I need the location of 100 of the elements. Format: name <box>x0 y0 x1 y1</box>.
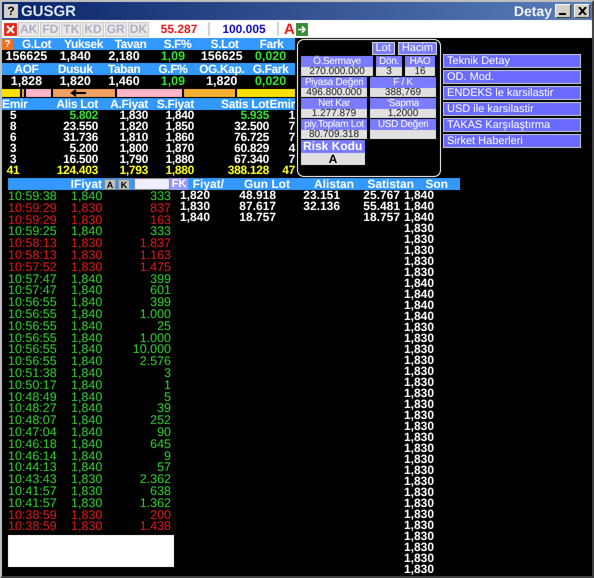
trade-lot: 333 <box>149 191 171 203</box>
menu-button[interactable]: ENDEKS le karsilastir <box>443 86 581 100</box>
table-cell-text: 1,840 <box>402 300 434 311</box>
trade-time: 10:57:47 <box>8 274 58 286</box>
table-cell-text: 7 <box>288 121 295 132</box>
menu-button[interactable]: USD ile karsilastir <box>443 102 581 116</box>
trade-lot: 57 <box>157 462 171 474</box>
table-cell-text: 1,830 <box>402 234 434 245</box>
trade-time: 10:57:47 <box>8 285 58 298</box>
table-cell-text: 5 <box>8 110 18 121</box>
column-header: Yuksek <box>63 38 104 50</box>
trade-price: 1,830 <box>71 486 104 498</box>
field-label: USD Değeri <box>370 119 436 130</box>
table-cell: 87.617 <box>239 199 276 213</box>
help-button[interactable]: ? <box>2 38 13 50</box>
table-cell-text: 1,830 <box>402 245 434 256</box>
trade-lot: 1.000 <box>140 332 171 344</box>
trade-lot: 200 <box>150 510 171 522</box>
trade-price: 1,840 <box>71 320 104 333</box>
column-header: Gun Lot <box>244 178 290 191</box>
table-cell-text: 388.128 <box>226 165 269 176</box>
column-header: Fiyat/ <box>192 178 224 191</box>
table-cell-text: 32.500 <box>233 121 269 132</box>
close-icon[interactable] <box>4 22 17 36</box>
table-cell-text: 1,830 <box>402 443 434 454</box>
field-label: Piyasa Değeri <box>301 77 367 88</box>
table-cell-text: 1 <box>288 110 295 121</box>
trade-lot: 1.362 <box>138 498 171 510</box>
table-cell-text: 1,830 <box>402 564 434 575</box>
stat-value: 1,820 <box>58 75 92 88</box>
table-cell-text: 41 <box>6 165 20 176</box>
filter-field[interactable] <box>134 178 170 190</box>
toolbar-button[interactable]: GR <box>104 22 127 36</box>
trade-lot: 1.475 <box>138 262 171 274</box>
trade-time: 10:56:55 <box>8 332 58 344</box>
table-cell-text: 1,870 <box>164 143 194 154</box>
close-icon <box>578 7 586 15</box>
trade-lot: 3 <box>163 368 171 380</box>
trade-time: 10:47:04 <box>8 426 58 439</box>
trade-time: 10:51:38 <box>8 368 58 380</box>
sort-button[interactable]: K <box>118 178 130 190</box>
table-cell-text: 1,830 <box>402 344 434 355</box>
menu-button[interactable]: OD. Mod. <box>443 70 581 84</box>
table-cell-text: 1,830 <box>402 388 434 399</box>
field-label: piy.Toplam Lot <box>301 119 367 130</box>
trade-price: 1,840 <box>71 344 104 356</box>
help-button[interactable]: ? <box>4 4 18 18</box>
window-subtitle: Detay <box>514 3 552 19</box>
table-cell-text: 4 <box>288 143 295 154</box>
table-cell-text: 6 <box>8 132 18 143</box>
trade-lot: 1.837 <box>138 238 171 250</box>
table-cell: 32.136 <box>303 199 340 213</box>
table-cell-text: 1,820 <box>118 121 148 132</box>
trade-time: 10:46:18 <box>8 438 58 451</box>
table-cell: 25.767 <box>363 190 400 202</box>
field-value: 388,769 <box>370 88 436 97</box>
trade-time: 10:41:57 <box>8 498 58 510</box>
trade-lot: 90 <box>156 426 171 439</box>
menu-button[interactable]: TAKAS Karşılaştırma <box>443 118 581 132</box>
trade-price: 1,840 <box>71 191 104 203</box>
tab[interactable]: Hacim <box>398 42 437 55</box>
minimize-button[interactable] <box>555 4 571 18</box>
stat-value: 156625 <box>4 50 48 63</box>
table-cell-text: 1,793 <box>118 165 148 176</box>
trade-price: 1,830 <box>71 202 104 215</box>
table-cell-text: 1,830 <box>402 377 434 388</box>
trade-time: 10:58:13 <box>8 238 58 250</box>
table-cell-text: 1,830 <box>402 509 434 520</box>
trade-time: 10:56:55 <box>8 320 58 333</box>
table-cell-text: 1,840 <box>402 201 434 212</box>
trade-price: 1,830 <box>71 510 104 522</box>
stat-value: 1,828 <box>10 75 44 88</box>
toolbar-button[interactable]: TK <box>61 22 82 36</box>
table-cell-text: 1,830 <box>119 110 148 121</box>
trade-price: 1,830 <box>71 238 104 250</box>
menu-button[interactable]: Sirket Haberleri <box>443 134 581 148</box>
toolbar-button[interactable]: DK <box>128 22 150 36</box>
arrow-icon[interactable] <box>296 22 308 36</box>
toolbar-button[interactable]: KD <box>82 22 104 36</box>
table-cell-text: 1,800 <box>118 143 148 154</box>
menu-button[interactable]: Teknik Detay <box>443 54 581 68</box>
field-label: Risk Kodu <box>301 140 365 153</box>
trade-lot: 1.438 <box>138 521 171 534</box>
filter-button[interactable]: FK <box>170 178 188 190</box>
value-field: 55.287 <box>150 22 210 36</box>
close-button[interactable] <box>574 4 590 18</box>
sort-button[interactable]: A <box>104 178 116 190</box>
table-cell-text: 1,880 <box>164 154 194 165</box>
column-header: A.Fiyat <box>109 98 148 110</box>
toolbar-button[interactable]: FD <box>40 22 60 36</box>
table-cell-text: 1,830 <box>402 465 434 476</box>
tab[interactable]: Lot <box>372 42 395 55</box>
column-header: G.Fark <box>252 63 290 75</box>
column-header: S.Lot <box>210 38 240 50</box>
trade-time: 10:48:49 <box>8 392 58 404</box>
toolbar-button[interactable]: AK <box>18 22 40 36</box>
field-value: 270.000.000 <box>301 67 373 76</box>
column-header: Alistan <box>314 178 354 191</box>
field-label: Dön. <box>376 56 402 67</box>
table-cell-text: 1,830 <box>402 267 434 278</box>
